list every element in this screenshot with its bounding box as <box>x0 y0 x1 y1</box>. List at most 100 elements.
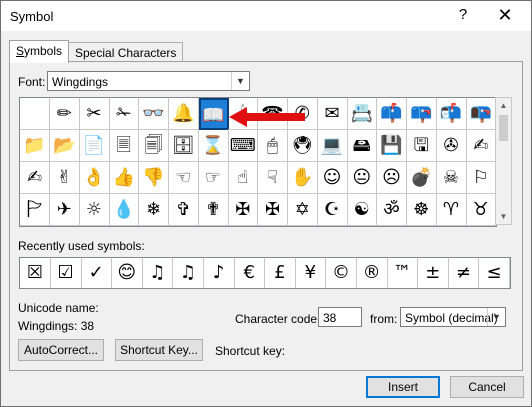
symbol-cell[interactable]: ☯ <box>347 194 378 226</box>
symbol-cell[interactable]: ☜ <box>168 162 199 194</box>
symbol-cell[interactable]: ❄ <box>139 194 169 226</box>
grid-scrollbar[interactable]: ▲ ▼ <box>495 97 512 225</box>
symbol-cell[interactable]: 🗐 <box>139 130 169 162</box>
symbol-cell[interactable]: 🗄 <box>168 130 199 162</box>
recent-symbol-cell[interactable]: © <box>326 258 357 288</box>
character-code-input[interactable]: 38 <box>318 307 362 327</box>
symbol-cell[interactable]: ☝ <box>228 162 259 194</box>
symbol-cell[interactable]: 💧 <box>109 194 140 226</box>
symbol-cell[interactable]: ☪ <box>317 194 348 226</box>
recent-symbol-cell[interactable]: ≠ <box>448 258 480 288</box>
symbol-cell[interactable]: ☞ <box>198 162 229 194</box>
cancel-button[interactable]: Cancel <box>450 376 524 398</box>
symbol-cell[interactable]: 📄 <box>79 130 110 162</box>
symbol-cell[interactable]: 📖 <box>198 98 229 130</box>
symbol-cell[interactable]: ✏ <box>49 98 80 130</box>
shortcut-key-button[interactable]: Shortcut Key... <box>115 339 203 361</box>
symbol-cell[interactable]: ☟ <box>258 162 288 194</box>
close-button[interactable]: ✕ <box>491 5 519 25</box>
insert-button[interactable]: Insert <box>366 376 440 398</box>
symbol-cell[interactable]: 🖴 <box>347 130 378 162</box>
help-button[interactable]: ? <box>449 5 477 25</box>
recent-symbol-cell[interactable]: ☑ <box>51 258 82 288</box>
tab-special-characters[interactable]: Special Characters <box>68 42 184 63</box>
symbol-cell[interactable]: ✇ <box>436 130 467 162</box>
tab-symbols[interactable]: Symbols <box>9 40 70 63</box>
symbol-cell[interactable]: ✋ <box>287 162 318 194</box>
recent-symbol-cell[interactable]: ✓ <box>81 258 113 288</box>
recent-symbol-cell[interactable]: ® <box>357 258 388 288</box>
symbol-cell[interactable]: 😐 <box>347 162 378 194</box>
symbol-cell[interactable]: 📂 <box>49 130 80 162</box>
character-code-label: Character code: <box>235 312 321 326</box>
symbol-cell[interactable]: 🔔 <box>168 98 199 130</box>
recent-symbol-cell[interactable]: ♫ <box>142 258 174 288</box>
symbol-cell[interactable]: ☼ <box>79 194 110 226</box>
symbol-cell[interactable]: 💣 <box>406 162 437 194</box>
symbol-cell[interactable]: 📬 <box>436 98 467 130</box>
symbol-cell[interactable]: ⌨ <box>228 130 259 162</box>
symbol-cell[interactable]: 🏱 <box>20 194 50 226</box>
symbol-cell[interactable]: 🖫 <box>406 130 437 162</box>
recent-symbol-cell[interactable]: € <box>234 258 266 288</box>
scroll-down-icon[interactable]: ▼ <box>496 209 511 224</box>
symbol-cell[interactable]: ✈ <box>49 194 80 226</box>
symbol-cell[interactable]: 🖱 <box>258 130 288 162</box>
symbol-cell[interactable]: 💾 <box>377 130 407 162</box>
symbol-cell[interactable]: 👎 <box>139 162 169 194</box>
symbol-cell[interactable]: ✁ <box>109 98 140 130</box>
symbol-cell[interactable]: ✠ <box>258 194 288 226</box>
symbol-cell[interactable]: 📁 <box>20 130 50 162</box>
symbol-cell[interactable]: ✡ <box>287 194 318 226</box>
symbol-cell[interactable]: 👓 <box>139 98 169 130</box>
recent-symbol-cell[interactable]: £ <box>265 258 296 288</box>
recent-symbol-cell[interactable]: ± <box>418 258 449 288</box>
symbol-cell[interactable]: ✞ <box>168 194 199 226</box>
recent-symbol-cell[interactable]: ≤ <box>479 258 510 288</box>
symbol-cell[interactable]: ☠ <box>436 162 467 194</box>
symbol-cell[interactable]: ☸ <box>406 194 437 226</box>
recent-symbol-cell[interactable]: ☒ <box>20 258 51 288</box>
symbol-cell[interactable]: ✌ <box>49 162 80 194</box>
symbol-cell[interactable]: ✠ <box>228 194 259 226</box>
from-select-value: Symbol (decimal) <box>405 311 498 325</box>
symbol-cell[interactable]: 💻 <box>317 130 348 162</box>
symbol-cell[interactable]: ⚐ <box>466 162 497 194</box>
chevron-down-icon: ▼ <box>487 308 505 326</box>
autocorrect-button[interactable]: AutoCorrect... <box>18 339 104 361</box>
symbol-cell[interactable]: ✂ <box>79 98 110 130</box>
symbol-cell[interactable]: ॐ <box>377 194 407 226</box>
from-select[interactable]: Symbol (decimal) ▼ <box>400 307 506 327</box>
recent-symbol-cell[interactable]: ¥ <box>295 258 327 288</box>
symbol-cell[interactable]: 👍 <box>109 162 140 194</box>
symbol-cell[interactable]: ♈ <box>436 194 467 226</box>
recent-symbol-cell[interactable]: ™ <box>387 258 419 288</box>
symbol-cell[interactable]: ✍ <box>466 130 497 162</box>
symbol-cell[interactable]: 📫 <box>377 98 407 130</box>
recent-symbol-cell[interactable]: 😊 <box>112 258 143 288</box>
symbol-cell[interactable]: ☹ <box>377 162 407 194</box>
scroll-up-icon[interactable]: ▲ <box>496 98 511 113</box>
symbol-dialog: Symbol ? ✕ Symbols Special Characters Fo… <box>0 0 532 407</box>
symbol-cell[interactable]: 👌 <box>79 162 110 194</box>
symbol-cell[interactable]: 🖲 <box>287 130 318 162</box>
symbol-cell[interactable]: 🗏 <box>109 130 140 162</box>
font-label: Font: <box>18 75 46 89</box>
symbol-cell[interactable]: ✟ <box>198 194 229 226</box>
symbol-cell[interactable]: 📪 <box>406 98 437 130</box>
symbol-cell[interactable]: ♉ <box>466 194 497 226</box>
recent-symbols-strip: ☒ ☑ ✓ 😊 ♫ ♫ ♪ € £ ¥ © ® ™ ± ≠ ≤ <box>19 257 511 289</box>
symbol-cell[interactable]: 📇 <box>347 98 378 130</box>
symbol-cell[interactable] <box>20 98 50 130</box>
recent-label: Recently used symbols: <box>18 239 145 253</box>
symbol-cell[interactable]: ✉ <box>317 98 348 130</box>
symbol-cell[interactable]: ✍ <box>20 162 50 194</box>
scroll-thumb[interactable] <box>499 115 508 141</box>
symbol-cell[interactable]: ☺ <box>317 162 348 194</box>
symbol-cell[interactable]: ⌛ <box>198 130 229 162</box>
red-arrow-icon <box>229 107 305 127</box>
recent-symbol-cell[interactable]: ♪ <box>204 258 235 288</box>
recent-symbol-cell[interactable]: ♫ <box>173 258 204 288</box>
symbol-cell[interactable]: 📭 <box>466 98 497 130</box>
font-select[interactable]: Wingdings ▼ <box>47 71 250 91</box>
